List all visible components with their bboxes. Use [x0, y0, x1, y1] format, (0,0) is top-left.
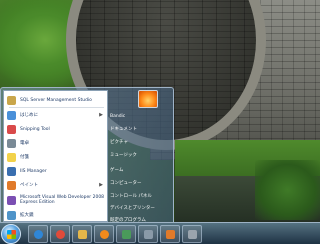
start-button[interactable] — [1, 224, 21, 244]
place-documents[interactable]: ドキュメント — [110, 123, 173, 135]
program-label: IIS Manager — [20, 168, 47, 174]
window-icon — [144, 230, 153, 239]
paint-icon — [7, 180, 16, 190]
taskbar-app[interactable] — [116, 225, 136, 243]
sql-server-icon — [7, 95, 16, 105]
program-label: 付箋 — [20, 154, 29, 160]
calculator-icon — [7, 138, 16, 148]
program-item-visual-web-developer[interactable]: Microsoft Visual Web Developer 2008 Expr… — [7, 193, 106, 207]
chrome-icon — [56, 230, 65, 239]
program-label: 拡大鏡 — [20, 212, 34, 218]
place-bandic[interactable]: Bandic — [110, 110, 173, 122]
getting-started-icon — [7, 110, 16, 120]
folder-icon — [78, 230, 87, 239]
program-label: ペイント — [20, 182, 38, 188]
iis-icon — [7, 166, 16, 176]
program-item-iis-manager[interactable]: IIS Manager — [7, 165, 106, 177]
place-control-panel[interactable]: コントロール パネル — [110, 190, 173, 202]
program-item-magnifier[interactable]: 拡大鏡 — [7, 209, 106, 221]
program-label: SQL Server Management Studio — [20, 97, 92, 103]
separator — [9, 107, 104, 108]
scissors-icon — [7, 124, 16, 134]
tool-icon — [188, 230, 197, 239]
taskbar-explorer[interactable] — [72, 225, 92, 243]
program-label: Microsoft Visual Web Developer 2008 Expr… — [20, 195, 105, 205]
program-item-paint[interactable]: ペイント ▶ — [7, 179, 106, 191]
place-pictures[interactable]: ピクチャ — [110, 136, 173, 148]
place-games[interactable]: ゲーム — [110, 164, 173, 176]
submenu-arrow-icon: ▶ — [99, 182, 103, 188]
program-item-snipping-tool[interactable]: Snipping Tool — [7, 123, 106, 135]
windows-logo-icon — [7, 230, 16, 239]
taskbar-tool[interactable] — [182, 225, 202, 243]
taskbar-chrome[interactable] — [50, 225, 70, 243]
start-menu: SQL Server Management Studio はじめに ▶ Snip… — [0, 87, 174, 223]
program-label: Snipping Tool — [20, 126, 50, 132]
taskbar — [0, 222, 320, 244]
program-item-calculator[interactable]: 電卓 — [7, 137, 106, 149]
media-player-icon — [100, 230, 109, 239]
program-label: 電卓 — [20, 140, 29, 146]
taskbar-internet-explorer[interactable] — [28, 225, 48, 243]
program-item-getting-started[interactable]: はじめに ▶ — [7, 109, 106, 121]
start-menu-places-pane: Bandic ドキュメント ピクチャ ミュージック ゲーム コンピューター コン… — [110, 90, 173, 223]
submenu-arrow-icon: ▶ — [99, 112, 103, 118]
place-devices-printers[interactable]: デバイスとプリンター — [110, 202, 173, 214]
internet-explorer-icon — [34, 230, 43, 239]
magnifier-icon — [7, 210, 16, 220]
taskbar-media-player[interactable] — [94, 225, 114, 243]
place-computer[interactable]: コンピューター — [110, 177, 173, 189]
place-music[interactable]: ミュージック — [110, 149, 173, 161]
sticky-notes-icon — [7, 152, 16, 162]
paint-icon — [166, 230, 175, 239]
user-picture[interactable] — [138, 90, 158, 108]
taskbar-paint[interactable] — [160, 225, 180, 243]
start-menu-programs-pane: SQL Server Management Studio はじめに ▶ Snip… — [3, 90, 108, 222]
program-label: はじめに — [20, 112, 38, 118]
app-icon — [122, 230, 131, 239]
visual-web-developer-icon — [7, 195, 16, 205]
program-item-sql-server[interactable]: SQL Server Management Studio — [7, 94, 106, 106]
program-item-sticky-notes[interactable]: 付箋 — [7, 151, 106, 163]
wallpaper-bush — [255, 160, 320, 220]
taskbar-window[interactable] — [138, 225, 158, 243]
